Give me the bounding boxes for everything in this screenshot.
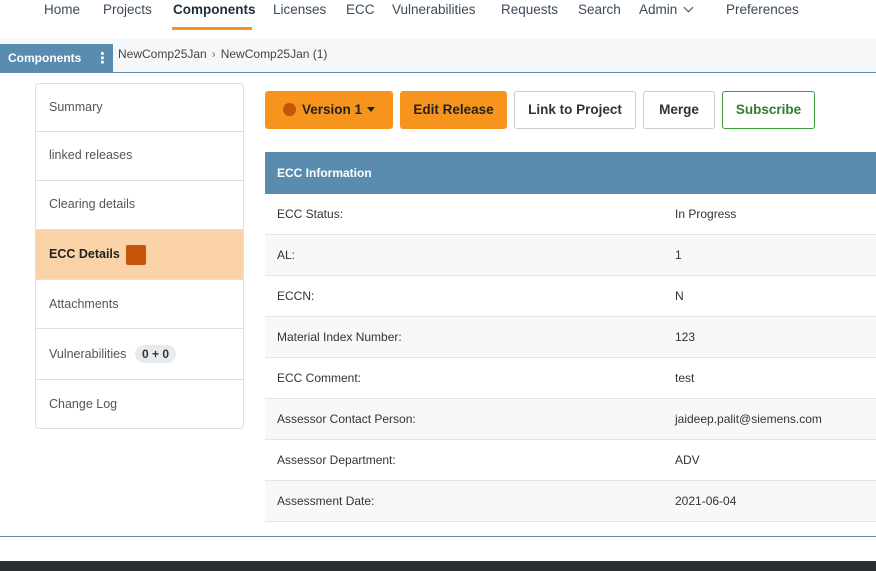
table-row: Assessor Department: ADV xyxy=(265,440,876,481)
table-row: AL: 1 xyxy=(265,235,876,276)
row-key: Assessor Contact Person: xyxy=(277,412,416,426)
table-row: Material Index Number: 123 xyxy=(265,317,876,358)
chevron-right-icon: › xyxy=(211,47,216,61)
table-row: ECCN: N xyxy=(265,276,876,317)
merge-button[interactable]: Merge xyxy=(643,91,715,129)
nav-vulnerabilities[interactable]: Vulnerabilities xyxy=(392,2,476,18)
row-key: AL: xyxy=(277,248,296,262)
version-label: Version 1 xyxy=(301,102,363,117)
sidebar-item-ecc-details[interactable]: ECC Details xyxy=(36,230,243,280)
sidebar-item-linked-releases[interactable]: linked releases xyxy=(36,132,243,181)
row-value: 1 xyxy=(675,248,682,262)
page-footer xyxy=(0,561,876,571)
release-sidebar: Summary linked releases Clearing details… xyxy=(35,83,244,429)
breadcrumb-section-tag[interactable]: Components ⋮ xyxy=(0,44,113,73)
row-value: 2021-06-04 xyxy=(675,494,737,508)
breadcrumb-trail: NewComp25Jan › NewComp25Jan (1) xyxy=(118,47,327,61)
sidebar-item-label: Attachments xyxy=(49,297,119,311)
content-divider xyxy=(0,536,876,537)
sidebar-item-change-log[interactable]: Change Log xyxy=(36,380,243,428)
sidebar-item-attachments[interactable]: Attachments xyxy=(36,280,243,329)
vulnerability-count-badge: 0 + 0 xyxy=(135,345,177,363)
row-value: jaideep.palit@siemens.com xyxy=(675,412,822,426)
sidebar-item-vulnerabilities[interactable]: Vulnerabilities 0 + 0 xyxy=(36,329,243,380)
nav-projects[interactable]: Projects xyxy=(103,2,152,18)
row-key: ECCN: xyxy=(277,289,315,303)
row-value: In Progress xyxy=(675,207,737,221)
row-value: 123 xyxy=(675,330,696,344)
sidebar-item-label: Vulnerabilities xyxy=(49,347,127,361)
nav-search[interactable]: Search xyxy=(578,2,621,18)
sidebar-item-label: Change Log xyxy=(49,397,118,411)
table-row: ECC Status: In Progress xyxy=(265,194,876,235)
sidebar-item-label: linked releases xyxy=(49,148,133,162)
nav-ecc[interactable]: ECC xyxy=(346,2,375,18)
ecc-status-indicator xyxy=(126,245,146,265)
top-navigation: Home Projects Components Licenses ECC Vu… xyxy=(0,0,876,38)
nav-requests[interactable]: Requests xyxy=(501,2,558,18)
row-key: Material Index Number: xyxy=(277,330,402,344)
edit-release-button[interactable]: Edit Release xyxy=(400,91,507,129)
ecc-information-table: ECC Information ECC Status: In Progress … xyxy=(265,152,876,522)
row-value: N xyxy=(675,289,684,303)
sidebar-item-label: Clearing details xyxy=(49,197,136,211)
row-value: test xyxy=(675,371,695,385)
nav-home[interactable]: Home xyxy=(44,2,80,18)
nav-licenses[interactable]: Licenses xyxy=(273,2,326,18)
sidebar-item-label: ECC Details xyxy=(49,247,120,261)
row-value: ADV xyxy=(675,453,700,467)
link-to-project-button[interactable]: Link to Project xyxy=(514,91,636,129)
nav-preferences[interactable]: Preferences xyxy=(726,2,799,18)
breadcrumb-section-label: Components xyxy=(8,51,82,65)
row-key: Assessor Department: xyxy=(277,453,396,467)
active-nav-underline xyxy=(172,27,252,30)
breadcrumb-current: NewComp25Jan (1) xyxy=(220,47,328,61)
table-row: Assessor Contact Person: jaideep.palit@s… xyxy=(265,399,876,440)
breadcrumb-item[interactable]: NewComp25Jan xyxy=(118,47,207,61)
sidebar-item-clearing-details[interactable]: Clearing details xyxy=(36,181,243,230)
sidebar-item-summary[interactable]: Summary xyxy=(36,84,243,132)
sidebar-item-label: Summary xyxy=(49,100,103,114)
caret-down-icon xyxy=(367,107,376,112)
row-key: ECC Status: xyxy=(277,207,344,221)
table-header: ECC Information xyxy=(265,152,876,194)
breadcrumb: Components ⋮ NewComp25Jan › NewComp25Jan (… xyxy=(0,39,876,73)
nav-admin-label: Admin xyxy=(639,2,678,17)
version-dropdown-button[interactable]: Version 1 xyxy=(265,91,393,129)
row-key: ECC Comment: xyxy=(277,371,362,385)
subscribe-button[interactable]: Subscribe xyxy=(722,91,815,129)
table-row: ECC Comment: test xyxy=(265,358,876,399)
chevron-down-icon xyxy=(683,2,694,13)
status-dot-icon xyxy=(282,103,296,116)
nav-admin[interactable]: Admin xyxy=(639,2,694,18)
nav-components[interactable]: Components xyxy=(173,2,256,18)
row-key: Assessment Date: xyxy=(277,494,375,508)
table-row: Assessment Date: 2021-06-04 xyxy=(265,481,876,522)
kebab-menu-icon[interactable]: ⋮ xyxy=(95,44,110,73)
